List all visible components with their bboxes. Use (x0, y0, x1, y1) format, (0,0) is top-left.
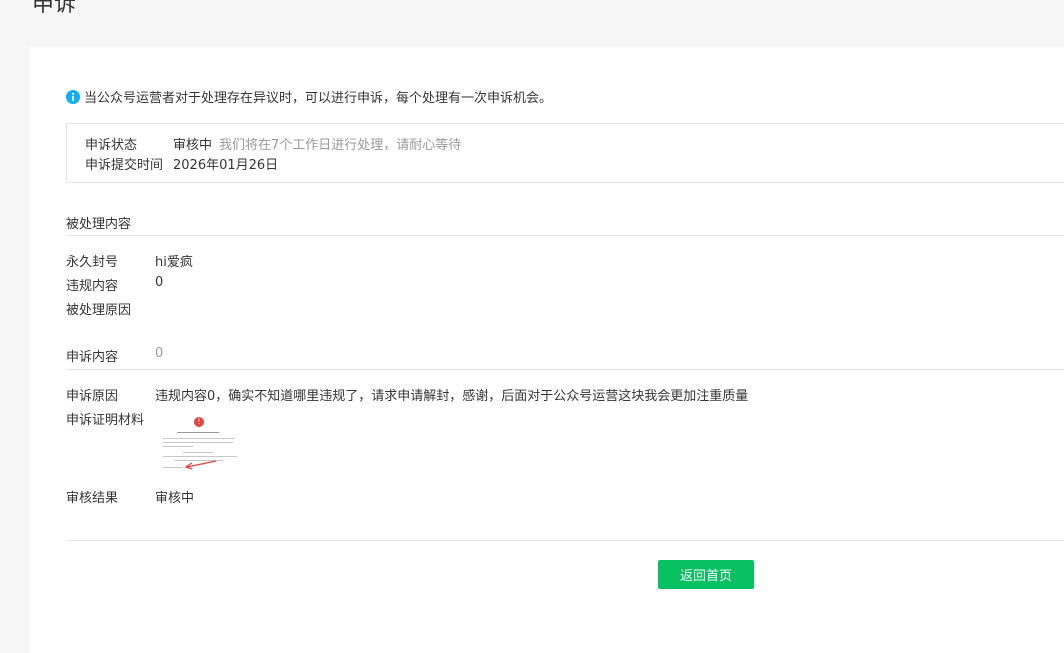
account-name: hi爱疯 (155, 255, 193, 270)
divider (66, 235, 1064, 236)
appeal-count: 0 (155, 346, 164, 361)
status-label: 申诉状态 (85, 138, 138, 153)
status-hint: 我们将在7个工作日进行处理，请耐心等待 (219, 138, 462, 153)
proof-thumbnail[interactable]: ! (155, 415, 241, 479)
proof-row: 申诉证明材料 (66, 409, 155, 428)
submit-time-row: 申诉提交时间 2026年01月26日 (85, 154, 278, 173)
notice-text: 当公众号运营者对于处理存在异议时，可以进行申诉，每个处理有一次申诉机会。 (84, 91, 553, 106)
appeal-reason-row: 申诉原因 违规内容0，确实不知道哪里违规了，请求申请解封，感谢，后面对于公众号运… (66, 385, 748, 404)
appeal-reason-value: 违规内容0，确实不知道哪里违规了，请求申请解封，感谢，后面对于公众号运营这块我会… (155, 389, 749, 404)
review-result-row: 审核结果 审核中 (66, 487, 194, 506)
appeal-content-title: 申诉内容 (66, 350, 119, 365)
handled-reason-label: 被处理原因 (66, 303, 132, 318)
handled-type-label: 永久封号 (66, 255, 119, 270)
handled-content-title: 被处理内容 (66, 217, 132, 232)
status-row: 申诉状态 审核中 我们将在7个工作日进行处理，请耐心等待 (85, 134, 461, 153)
violation-value: 0 (155, 275, 164, 290)
status-box: 申诉状态 审核中 我们将在7个工作日进行处理，请耐心等待 申诉提交时间 2026… (66, 123, 1064, 183)
info-icon (66, 89, 80, 104)
handled-reason-row: 被处理原因 (66, 299, 155, 318)
status-value: 审核中 (173, 138, 213, 153)
violation-row: 违规内容 0 (66, 275, 163, 294)
violation-label: 违规内容 (66, 279, 119, 294)
submit-time-label: 申诉提交时间 (85, 158, 164, 173)
appeal-content-header: 申诉内容 0 (66, 346, 163, 365)
handled-type-row: 永久封号 hi爱疯 (66, 251, 193, 270)
notice: 当公众号运营者对于处理存在异议时，可以进行申诉，每个处理有一次申诉机会。 (66, 87, 552, 106)
submit-time-value: 2026年01月26日 (173, 158, 279, 173)
review-result-label: 审核结果 (66, 491, 119, 506)
back-home-button[interactable]: 返回首页 (658, 560, 754, 589)
appeal-reason-label: 申诉原因 (66, 389, 119, 404)
appeal-card: 当公众号运营者对于处理存在异议时，可以进行申诉，每个处理有一次申诉机会。 申诉状… (30, 47, 1064, 653)
divider (66, 369, 1064, 370)
proof-label: 申诉证明材料 (66, 413, 145, 428)
arrow-icon (184, 460, 217, 470)
alert-icon: ! (194, 417, 204, 427)
page-title: 申诉 (32, 0, 77, 17)
review-result-value: 审核中 (155, 491, 195, 506)
divider (66, 540, 1064, 541)
